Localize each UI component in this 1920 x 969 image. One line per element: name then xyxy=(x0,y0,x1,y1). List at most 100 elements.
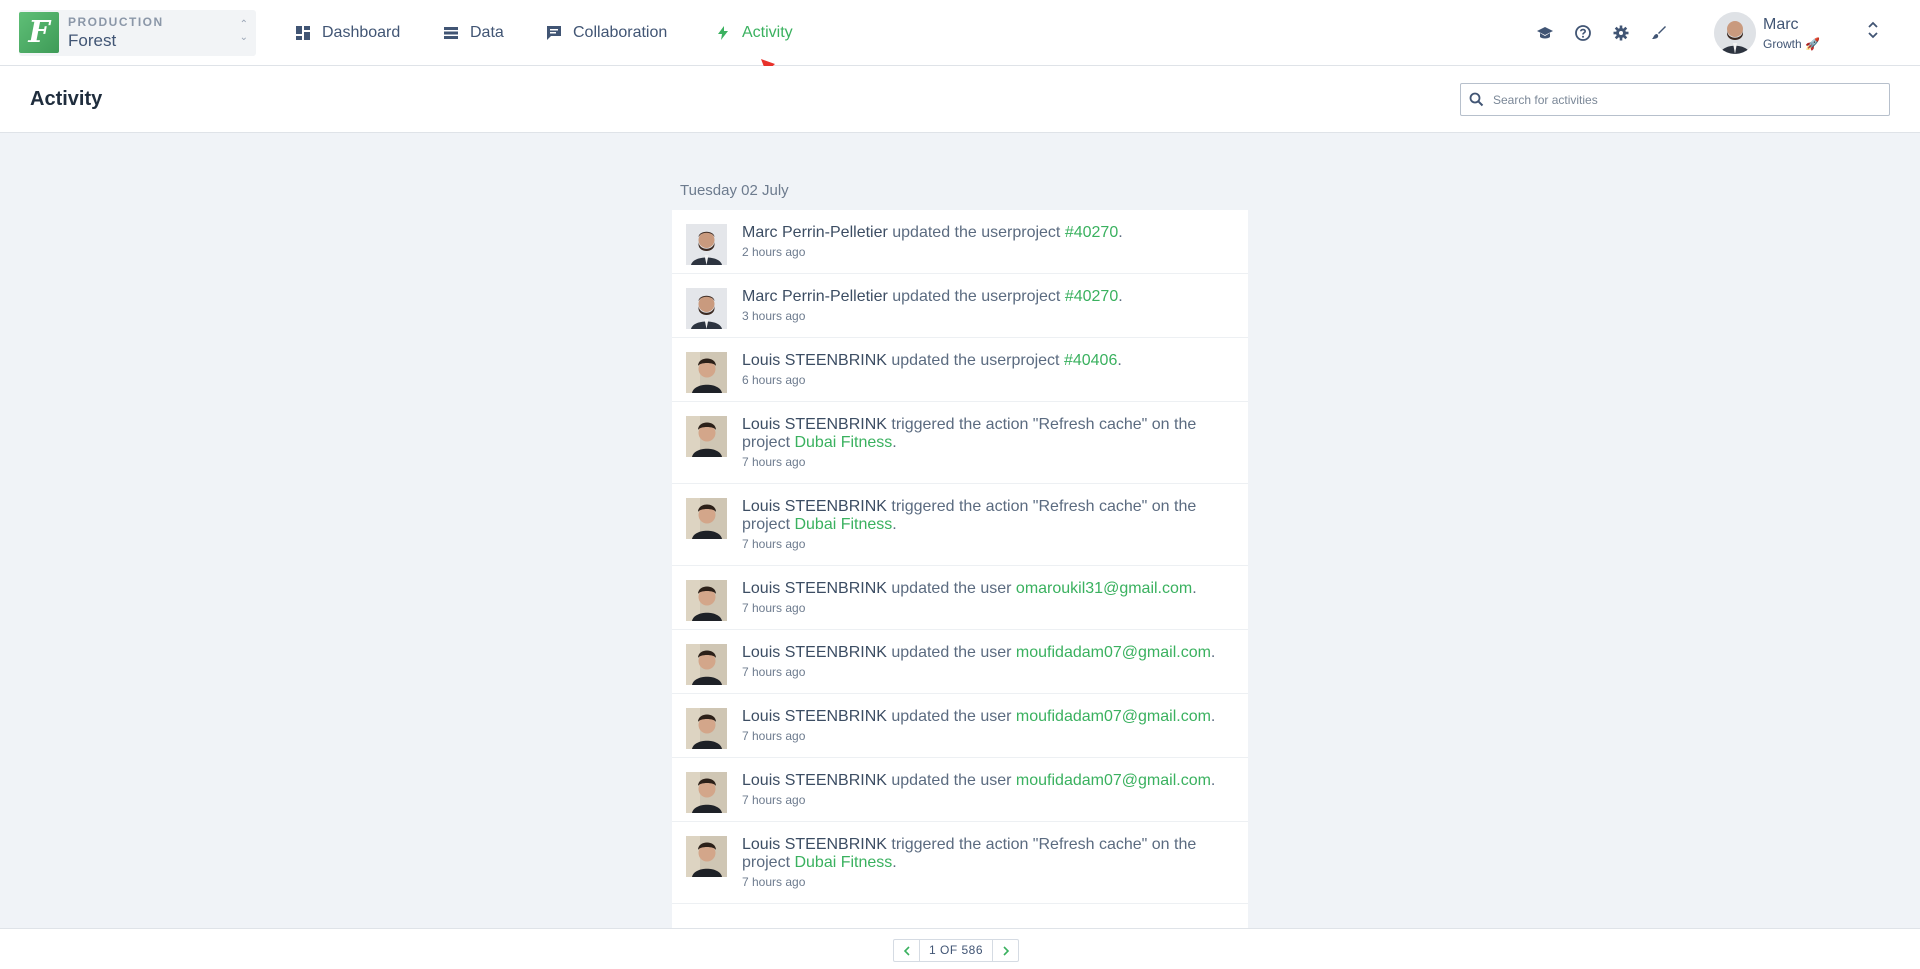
chevron-up-down-icon[interactable] xyxy=(1867,20,1879,42)
profile-plan: Growth 🚀 xyxy=(1763,37,1820,51)
brush-icon[interactable] xyxy=(1650,24,1668,42)
feed-date-heading: Tuesday 02 July xyxy=(680,182,789,199)
activity-time: 7 hours ago xyxy=(742,793,806,807)
activity-record-link[interactable]: moufidadam07@gmail.com xyxy=(1016,708,1211,725)
activity-item: Louis STEENBRINK updated the user moufid… xyxy=(672,630,1248,694)
nav-collaboration[interactable]: Collaboration xyxy=(547,0,667,66)
prev-page-button[interactable] xyxy=(894,940,919,961)
nav-data-label: Data xyxy=(470,24,504,41)
activity-action: updated the user xyxy=(886,580,1016,597)
nav-dashboard[interactable]: Dashboard xyxy=(296,0,400,66)
user-avatar xyxy=(686,772,727,813)
page-header: Activity xyxy=(0,66,1920,133)
activity-user: Louis STEENBRINK xyxy=(742,580,887,597)
nav-collaboration-label: Collaboration xyxy=(573,24,668,41)
nav-data[interactable]: Data xyxy=(444,0,504,66)
chevron-left-icon xyxy=(903,945,910,956)
activity-user: Marc Perrin-Pelletier xyxy=(742,288,888,305)
graduation-cap-icon[interactable] xyxy=(1536,24,1554,42)
help-icon[interactable] xyxy=(1574,24,1592,42)
list-icon xyxy=(444,27,458,39)
activity-user: Louis STEENBRINK xyxy=(742,416,887,433)
dashboard-icon xyxy=(296,26,310,40)
activity-record-link[interactable]: moufidadam07@gmail.com xyxy=(1016,644,1211,661)
nav-dashboard-label: Dashboard xyxy=(322,24,401,41)
search-icon xyxy=(1469,92,1484,107)
activity-tail: . xyxy=(1210,708,1216,725)
activity-user: Louis STEENBRINK xyxy=(742,708,887,725)
activity-item: Louis STEENBRINK updated the user moufid… xyxy=(672,694,1248,758)
activity-text: Louis STEENBRINK triggered the action "R… xyxy=(742,416,1232,452)
activity-tail: . xyxy=(892,516,897,533)
environment-switcher[interactable]: F PRODUCTION Forest ⌃ ⌄ xyxy=(19,10,256,56)
pagination: 1 OF 586 xyxy=(893,939,1019,962)
activity-record-link[interactable]: Dubai Fitness xyxy=(794,516,892,533)
user-avatar xyxy=(686,644,727,685)
activity-item: Louis STEENBRINK updated the userproject… xyxy=(672,338,1248,402)
activity-tail: . xyxy=(1210,772,1216,789)
user-avatar xyxy=(686,708,727,749)
page-title: Activity xyxy=(30,88,103,110)
activity-action: updated the userproject xyxy=(887,224,1065,241)
activity-item: Louis STEENBRINK triggered the action "R… xyxy=(672,484,1248,566)
profile-name[interactable]: Marc xyxy=(1763,16,1799,34)
activity-action: updated the userproject xyxy=(886,352,1064,369)
activity-tail: . xyxy=(1210,644,1216,661)
activity-time: 7 hours ago xyxy=(742,537,806,551)
activity-user: Louis STEENBRINK xyxy=(742,498,887,515)
activity-text: Marc Perrin-Pelletier updated the userpr… xyxy=(742,224,1232,242)
bolt-icon xyxy=(718,26,728,40)
activity-item: Louis STEENBRINK updated the user omarou… xyxy=(672,566,1248,630)
activity-time: 7 hours ago xyxy=(742,729,806,743)
chat-icon xyxy=(547,26,561,40)
activity-tail: . xyxy=(892,434,897,451)
activity-time: 6 hours ago xyxy=(742,373,806,387)
user-avatar xyxy=(686,288,727,329)
user-avatar xyxy=(686,416,727,457)
activity-text: Louis STEENBRINK updated the userproject… xyxy=(742,352,1232,370)
chevron-right-icon xyxy=(1002,945,1009,956)
activity-text: Louis STEENBRINK updated the user moufid… xyxy=(742,644,1232,662)
user-avatar xyxy=(686,580,727,621)
search-box[interactable] xyxy=(1460,83,1890,116)
user-avatar xyxy=(686,836,727,877)
activity-record-link[interactable]: #40270 xyxy=(1065,224,1118,241)
activity-time: 3 hours ago xyxy=(742,309,806,323)
activity-record-link[interactable]: moufidadam07@gmail.com xyxy=(1016,772,1211,789)
activity-item: Marc Perrin-Pelletier updated the userpr… xyxy=(672,210,1248,274)
activity-record-link[interactable]: Dubai Fitness xyxy=(794,434,892,451)
activity-action: updated the user xyxy=(886,644,1016,661)
activity-text: Louis STEENBRINK triggered the action "R… xyxy=(742,498,1232,534)
activity-user: Louis STEENBRINK xyxy=(742,644,887,661)
activity-record-link[interactable]: #40406 xyxy=(1064,352,1117,369)
nav-activity-label: Activity xyxy=(742,24,793,41)
user-avatar xyxy=(686,224,727,265)
profile-avatar-image xyxy=(1714,12,1756,54)
user-avatar xyxy=(686,498,727,539)
search-input[interactable] xyxy=(1493,84,1883,115)
next-page-button[interactable] xyxy=(993,940,1018,961)
activity-tail: . xyxy=(1192,580,1197,597)
top-bar: F PRODUCTION Forest ⌃ ⌄ Dashboard Data Co… xyxy=(0,0,1920,66)
activity-text: Louis STEENBRINK updated the user omarou… xyxy=(742,580,1232,598)
activity-tail: . xyxy=(1118,224,1123,241)
page-indicator: 1 OF 586 xyxy=(919,940,993,961)
activity-record-link[interactable]: Dubai Fitness xyxy=(794,854,892,871)
chevron-up-down-icon: ⌃ ⌄ xyxy=(239,19,248,43)
activity-tail: . xyxy=(1117,352,1122,369)
activity-time: 7 hours ago xyxy=(742,455,806,469)
activity-record-link[interactable]: omaroukil31@gmail.com xyxy=(1016,580,1192,597)
activity-tail: . xyxy=(892,854,897,871)
user-avatar xyxy=(686,352,727,393)
environment-label: PRODUCTION xyxy=(68,15,164,29)
activity-user: Louis STEENBRINK xyxy=(742,772,887,789)
gear-icon[interactable] xyxy=(1612,24,1630,42)
activity-item: Louis STEENBRINK triggered the action "R… xyxy=(672,822,1248,904)
activity-time: 7 hours ago xyxy=(742,601,806,615)
activity-time: 7 hours ago xyxy=(742,665,806,679)
activity-text: Marc Perrin-Pelletier updated the userpr… xyxy=(742,288,1232,306)
activity-user: Marc Perrin-Pelletier xyxy=(742,224,888,241)
activity-text: Louis STEENBRINK updated the user moufid… xyxy=(742,708,1232,726)
activity-record-link[interactable]: #40270 xyxy=(1065,288,1118,305)
profile-avatar[interactable] xyxy=(1714,12,1756,54)
